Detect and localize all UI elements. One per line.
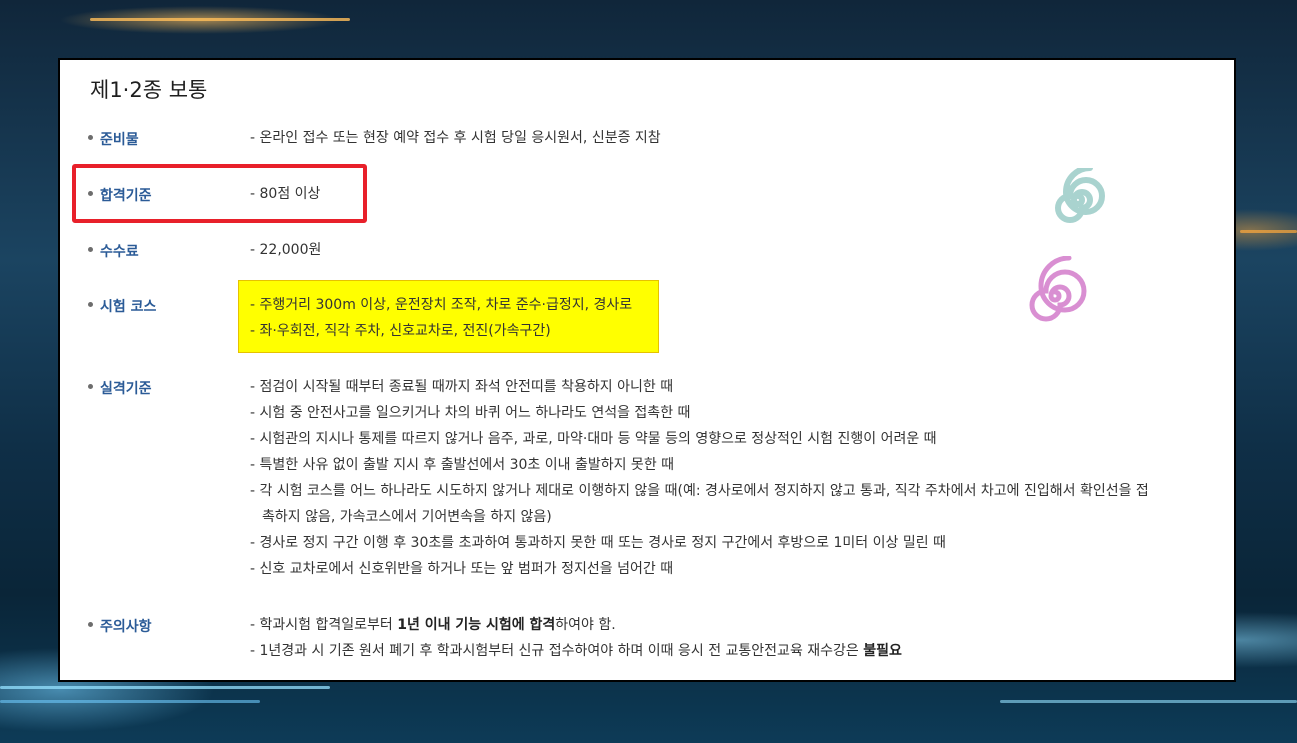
section-label: 준비물 (100, 132, 139, 148)
section-content: - 학과시험 합격일로부터 1년 이내 기능 시험에 합격하여야 함. - 1년… (250, 612, 1200, 664)
bullet (88, 247, 93, 252)
content-line: - 각 시험 코스를 어느 하나라도 시도하지 않거나 제대로 이행하지 않을 … (250, 483, 1149, 499)
page-title: 제1·2종 보통 (90, 78, 208, 102)
line-emphasis: 불필요 (863, 643, 902, 659)
section-content: - 온라인 접수 또는 현장 예약 접수 후 시험 당일 응시원서, 신분증 지… (250, 125, 1200, 151)
content-line: - 특별한 사유 없이 출발 지시 후 출발선에서 30초 이내 출발하지 못한… (250, 457, 675, 473)
light-streak (1240, 230, 1297, 233)
section-label: 주의사항 (100, 619, 152, 635)
bullet (88, 135, 93, 140)
light-streak (90, 18, 350, 21)
bullet (88, 622, 93, 627)
background-photo: 제1·2종 보통 준비물 - 온라인 접수 또는 현장 예약 접수 후 시험 당… (0, 0, 1297, 743)
bullet (88, 302, 93, 307)
line-text: 하여야 함. (555, 617, 616, 633)
spiral-teal-icon (1055, 168, 1105, 223)
section-content: - 점검이 시작될 때부터 종료될 때까지 좌석 안전띠를 착용하지 아니한 때… (250, 374, 1200, 582)
content-line: - 점검이 시작될 때부터 종료될 때까지 좌석 안전띠를 착용하지 아니한 때 (250, 379, 674, 395)
section-label: 합격기준 (100, 188, 152, 204)
content-line: - 경사로 정지 구간 이행 후 30초를 초과하여 통과하지 못한 때 또는 … (250, 535, 946, 551)
spiral-pink-icon (1029, 256, 1087, 322)
bullet (88, 191, 93, 196)
content-panel: 제1·2종 보통 준비물 - 온라인 접수 또는 현장 예약 접수 후 시험 당… (58, 58, 1236, 682)
bullet (88, 384, 93, 389)
content-line: - 시험관의 지시나 통제를 따르지 않거나 음주, 과로, 마약·대마 등 약… (250, 431, 937, 447)
section-label: 실격기준 (100, 381, 152, 397)
content-line: - 학과시험 합격일로부터 1년 이내 기능 시험에 합격하여야 함. (250, 612, 1200, 638)
content-line: - 신호 교차로에서 신호위반을 하거나 또는 앞 범퍼가 정지선을 넘어간 때 (250, 561, 674, 577)
section-label: 수수료 (100, 244, 139, 260)
light-streak (1000, 700, 1297, 703)
light-streak (0, 700, 260, 703)
line-emphasis: 1년 이내 기능 시험에 합격 (397, 617, 556, 633)
line-text: - 1년경과 시 기존 원서 폐기 후 학과시험부터 신규 접수하여야 하며 이… (250, 643, 864, 659)
content-line: - 시험 중 안전사고를 일으키거나 차의 바퀴 어느 하나라도 연석을 접촉한… (250, 405, 691, 421)
light-streak (0, 686, 330, 689)
content-line: - 1년경과 시 기존 원서 폐기 후 학과시험부터 신규 접수하여야 하며 이… (250, 638, 1200, 664)
content-line: 촉하지 않음, 가속코스에서 기어변속을 하지 않음) (262, 509, 552, 525)
section-label: 시험 코스 (100, 299, 157, 315)
line-text: - 학과시험 합격일로부터 (250, 617, 398, 633)
content-line: - 온라인 접수 또는 현장 예약 접수 후 시험 당일 응시원서, 신분증 지… (250, 130, 661, 146)
